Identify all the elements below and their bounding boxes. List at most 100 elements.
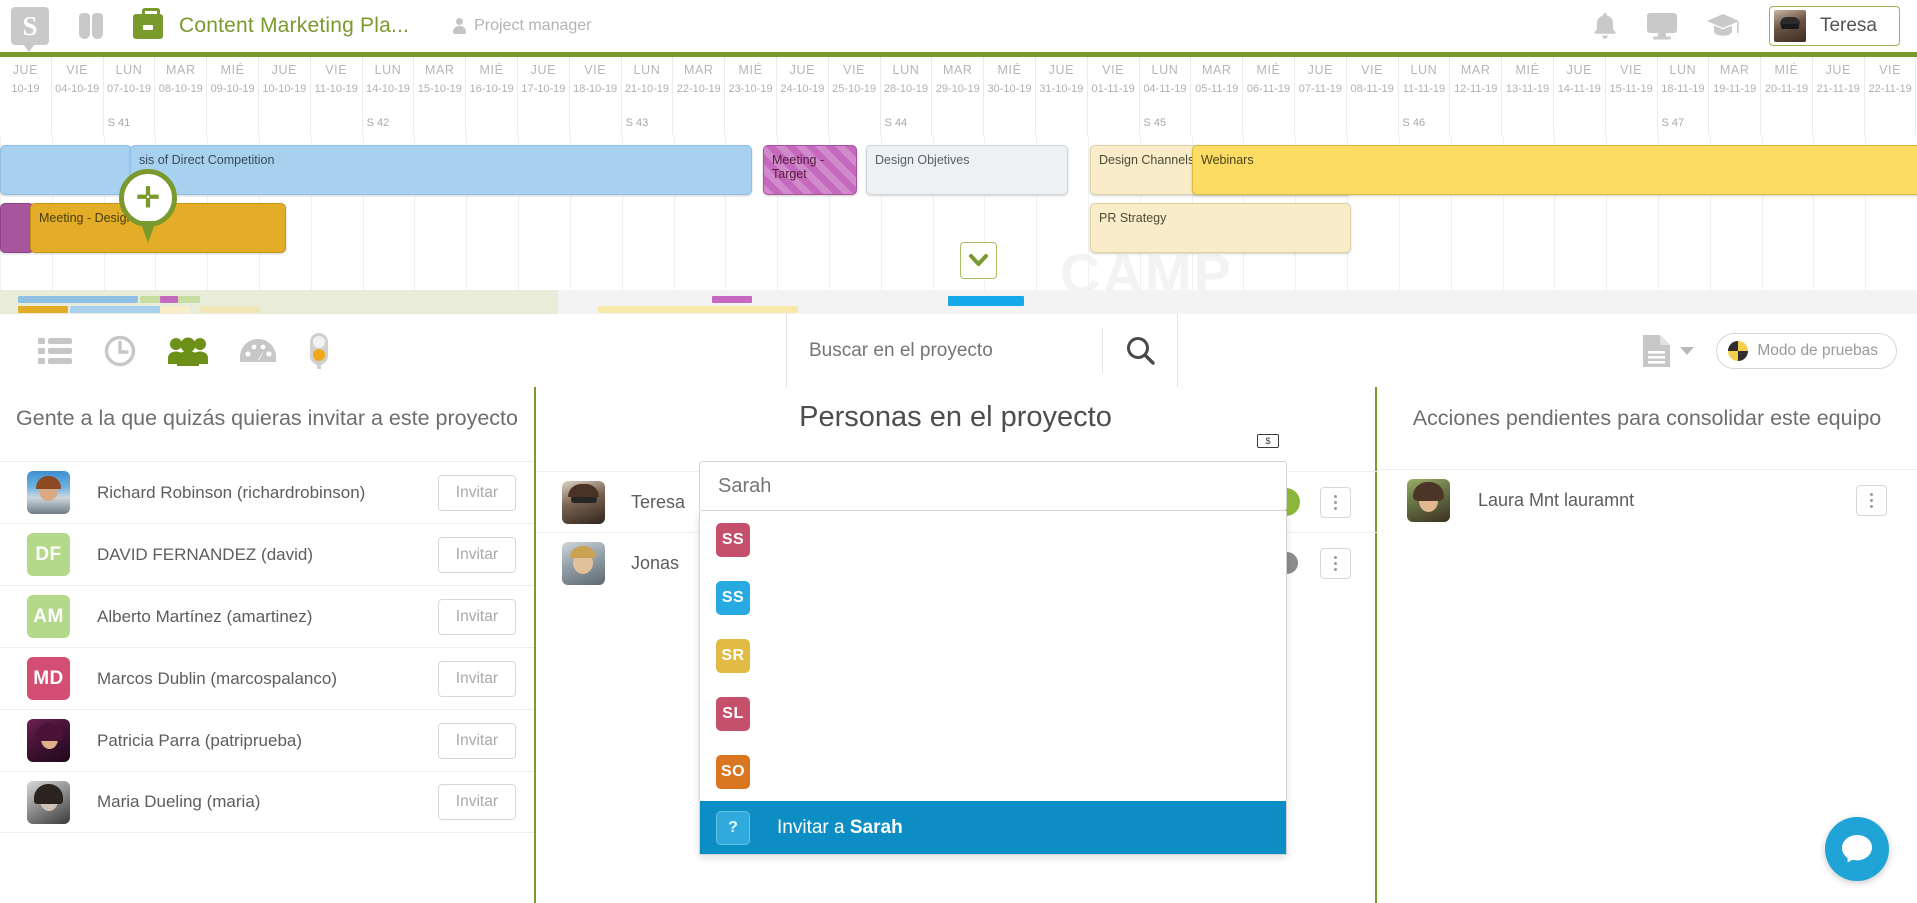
search-icon[interactable] <box>1103 314 1177 387</box>
dropdown-suggestion[interactable]: SS <box>700 569 1286 627</box>
gantt-day-column[interactable]: VIE 01-11-19 <box>1088 57 1140 113</box>
document-menu[interactable] <box>1643 334 1695 367</box>
gantt-day-column[interactable]: VIE 11-10-19 <box>311 57 363 113</box>
graduation-cap-icon[interactable] <box>1706 14 1739 38</box>
briefcase-icon[interactable] <box>133 7 163 39</box>
gantt-day-column[interactable]: MIÉ 23-10-19 <box>725 57 777 113</box>
gantt-minimap[interactable] <box>0 290 1917 314</box>
gantt-task-bar[interactable]: sis of Direct Competition <box>130 145 752 195</box>
binoculars-icon[interactable] <box>79 13 103 39</box>
gauge-icon[interactable] <box>240 338 276 364</box>
gantt-day-column[interactable]: MAR 29-10-19 <box>932 57 985 113</box>
dropdown-suggestion[interactable]: SS <box>700 511 1286 569</box>
invite-button[interactable]: Invitar <box>437 536 516 573</box>
search-input[interactable] <box>809 339 1089 362</box>
gantt-day-column[interactable]: JUE 17-10-19 <box>518 57 570 113</box>
gantt-day-column[interactable]: VIE 15-11-19 <box>1606 57 1658 113</box>
test-mode-button[interactable]: Modo de pruebas <box>1716 332 1897 369</box>
gantt-task-bar[interactable]: Meeting - Target <box>763 145 857 195</box>
gantt-day-column[interactable]: VIE 25-10-19 <box>829 57 881 113</box>
list-item[interactable]: MD Marcos Dublin (marcospalanco) Invitar <box>0 647 534 709</box>
gantt-task-bar[interactable] <box>0 145 132 195</box>
list-item[interactable]: Maria Dueling (maria) Invitar <box>0 771 534 833</box>
invite-button[interactable]: Invitar <box>437 722 516 759</box>
project-title[interactable]: Content Marketing Pla... <box>179 14 409 38</box>
dropdown-suggestion[interactable]: SO <box>700 743 1286 801</box>
gantt-day-column[interactable]: LUN 21-10-19 <box>622 57 674 113</box>
sinnaps-logo-icon[interactable]: S <box>11 7 49 52</box>
list-item[interactable]: AM Alberto Martínez (amartinez) Invitar <box>0 585 534 647</box>
gantt-task-bar[interactable]: Design Objetives <box>866 145 1068 195</box>
gantt-day-column[interactable]: LUN 18-11-19 <box>1658 57 1710 113</box>
gantt-day-column[interactable]: JUE 21-11-19 <box>1813 57 1865 113</box>
gantt-day-column[interactable]: JUE 10-10-19 <box>259 57 311 113</box>
gantt-day-column[interactable]: JUE 14-11-19 <box>1554 57 1606 113</box>
gantt-task-bar[interactable]: Webinars <box>1192 145 1917 195</box>
gantt-day-column[interactable]: MIÉ 20-11-19 <box>1761 57 1813 113</box>
gantt-day-column[interactable]: MIÉ 30-10-19 <box>984 57 1036 113</box>
day-of-week: VIE <box>1102 63 1125 77</box>
gantt-day-column[interactable]: MAR 05-11-19 <box>1191 57 1244 113</box>
gantt-day-column[interactable]: LUN 14-10-19 <box>363 57 415 113</box>
list-item[interactable]: Richard Robinson (richardrobinson) Invita… <box>0 461 534 523</box>
list-item[interactable]: DF DAVID FERNANDEZ (david) Invitar <box>0 523 534 585</box>
list-item[interactable]: Laura Mnt lauramnt <box>1377 469 1917 530</box>
project-search[interactable] <box>786 314 1178 387</box>
gantt-day-column[interactable]: JUE 07-11-19 <box>1295 57 1347 113</box>
dropdown-suggestion[interactable]: SR <box>700 627 1286 685</box>
people-search-input[interactable] <box>700 474 1286 498</box>
gantt-day-column[interactable]: JUE 31-10-19 <box>1036 57 1088 113</box>
invite-button[interactable]: Invitar <box>437 474 516 511</box>
gantt-day-column[interactable]: VIE 22-11-19 <box>1865 57 1917 113</box>
people-search-box[interactable] <box>699 461 1287 511</box>
kebab-menu-icon[interactable] <box>1320 486 1351 518</box>
gantt-day-column[interactable]: JUE 24-10-19 <box>777 57 829 113</box>
gantt-task-bars[interactable]: CAMP sis of Direct Competition Meeting - … <box>0 135 1917 309</box>
gantt-day-column[interactable]: LUN 11-11-19 <box>1399 57 1451 113</box>
gantt-day-column[interactable]: MAR 22-10-19 <box>673 57 726 113</box>
gantt-day-column[interactable]: MAR 12-11-19 <box>1450 57 1503 113</box>
gantt-day-column[interactable]: LUN 04-11-19 <box>1140 57 1192 113</box>
kebab-menu-icon[interactable] <box>1856 484 1887 516</box>
people-icon[interactable] <box>168 336 208 366</box>
invite-button[interactable]: Invitar <box>437 598 516 635</box>
document-icon[interactable] <box>1643 334 1671 367</box>
bell-icon[interactable] <box>1593 12 1617 40</box>
chevron-down-icon[interactable] <box>960 242 997 279</box>
invite-button[interactable]: Invitar <box>437 784 516 820</box>
gantt-task-bar[interactable] <box>0 203 34 253</box>
cash-icon[interactable]: $ <box>1257 434 1279 448</box>
user-menu[interactable]: Teresa <box>1768 6 1900 46</box>
gantt-week-cell <box>414 113 467 135</box>
dropdown-suggestion[interactable]: SL <box>700 685 1286 743</box>
gantt-day-column[interactable]: VIE 04-10-19 <box>52 57 104 113</box>
gantt-week-cell <box>829 113 881 135</box>
gantt-day-column[interactable]: LUN 07-10-19 <box>104 57 156 113</box>
gantt-chart[interactable]: JUE 10-19 VIE 04-10-19 LUN 07-10-19 MAR 08-10-1… <box>0 52 1917 314</box>
people-search-dropdown[interactable]: SS SS SR SL SO ? Invitar a Sarah <box>699 511 1287 855</box>
gantt-day-column[interactable]: MIÉ 13-11-19 <box>1502 57 1554 113</box>
gantt-day-column[interactable]: MIÉ 16-10-19 <box>466 57 518 113</box>
clock-icon[interactable] <box>104 335 136 367</box>
add-task-plus-icon[interactable]: ✛ <box>119 169 177 243</box>
gantt-day-column[interactable]: JUE 10-19 <box>0 57 52 113</box>
gantt-day-column[interactable]: MAR 15-10-19 <box>414 57 467 113</box>
gantt-day-column[interactable]: MIÉ 09-10-19 <box>207 57 259 113</box>
gantt-day-column[interactable]: MAR 19-11-19 <box>1709 57 1762 113</box>
gantt-day-column[interactable]: MAR 08-10-19 <box>155 57 208 113</box>
gantt-day-column[interactable]: VIE 08-11-19 <box>1347 57 1399 113</box>
invite-new-person-option[interactable]: ? Invitar a Sarah <box>700 801 1286 854</box>
gantt-week-cell <box>155 113 208 135</box>
gantt-task-bar[interactable]: PR Strategy <box>1090 203 1351 253</box>
gantt-day-column[interactable]: VIE 18-10-19 <box>570 57 622 113</box>
list-item[interactable]: Patricia Parra (patriprueba) Invitar <box>0 709 534 771</box>
traffic-light-icon[interactable] <box>308 332 330 369</box>
chat-bubble-icon[interactable] <box>1825 817 1889 881</box>
list-icon[interactable] <box>38 337 72 365</box>
gantt-day-column[interactable]: MIÉ 06-11-19 <box>1243 57 1295 113</box>
gantt-day-column[interactable]: LUN 28-10-19 <box>881 57 933 113</box>
invite-button[interactable]: Invitar <box>437 660 516 697</box>
kebab-menu-icon[interactable] <box>1320 547 1351 579</box>
chevron-down-icon[interactable] <box>1680 346 1695 355</box>
monitor-icon[interactable] <box>1646 12 1677 40</box>
